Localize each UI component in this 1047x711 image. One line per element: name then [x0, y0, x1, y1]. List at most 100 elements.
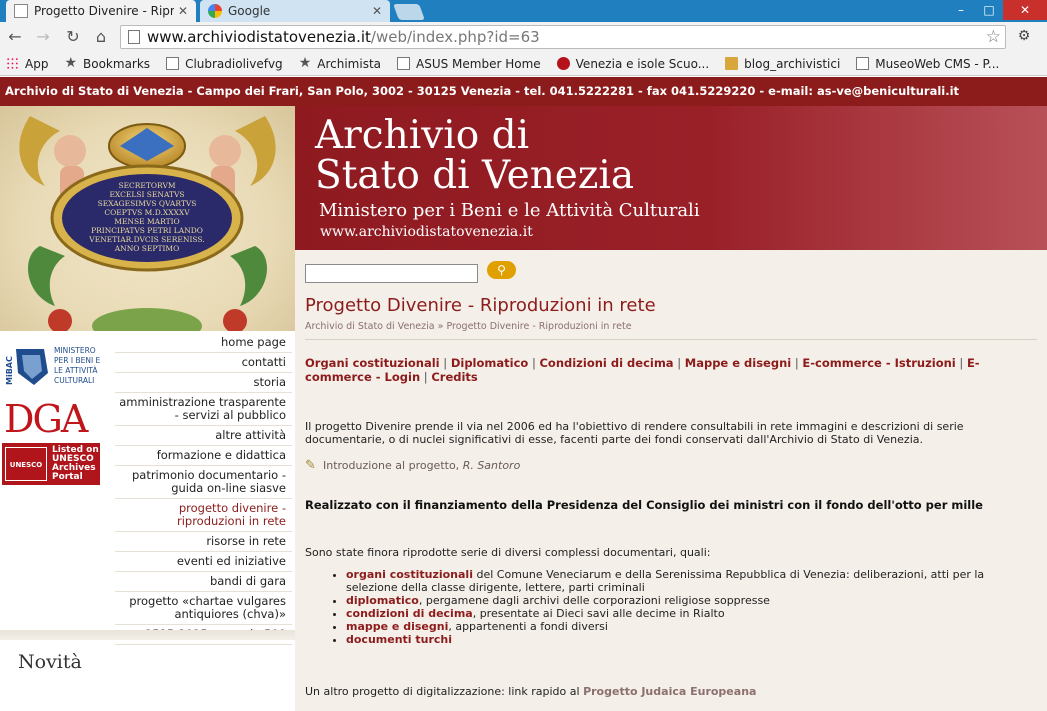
series-item: diplomatico, pergamene dagli archivi del… [346, 594, 1036, 607]
nav-item[interactable]: bandi di gara [115, 572, 292, 592]
section-links: Organi costituzionali | Diplomatico | Co… [305, 356, 995, 384]
mibac-logo[interactable]: MiBAC MINISTERO PER I BENI E LE ATTIVITÀ CU… [4, 343, 110, 389]
search-input[interactable] [305, 264, 478, 283]
close-window-icon[interactable]: ✕ [1003, 0, 1047, 20]
reload-icon[interactable]: ↻ [62, 27, 84, 47]
nav-item[interactable]: eventi ed iniziative [115, 552, 292, 572]
emblem-inscription-line: MENSE MARTIO [114, 217, 179, 226]
link-separator: | [439, 356, 451, 370]
search-button[interactable]: ⚲ [487, 261, 516, 279]
google-favicon-icon [208, 4, 222, 18]
series-link[interactable]: organi costituzionali [346, 568, 473, 581]
bookmark-item[interactable]: App [6, 57, 48, 71]
emblem-inscription-line: SECRETORVM [118, 181, 175, 190]
link-separator: | [528, 356, 540, 370]
link-separator: | [673, 356, 685, 370]
emblem-inscription-line: EXCELSI SENATVS [109, 190, 184, 199]
nav-item[interactable]: patrimonio documentario - guida on-line … [115, 466, 292, 499]
bookmark-item[interactable]: MuseoWeb CMS - P... [856, 57, 999, 71]
unesco-logo-text: Listed on UNESCO Archives Portal [52, 445, 99, 482]
series-item: mappe e disegni, appartenenti a fondi di… [346, 620, 1036, 633]
bookmark-label: Venezia e isole Scuo... [575, 56, 710, 71]
bookmark-item[interactable]: ★ Archimista [299, 56, 381, 71]
nav-item[interactable]: formazione e didattica [115, 446, 292, 466]
search-icon: ⚲ [497, 263, 506, 277]
series-item: documenti turchi [346, 633, 1036, 646]
banner-url: www.archiviodistatovenezia.it [320, 224, 533, 240]
minimize-icon[interactable]: – [947, 0, 975, 20]
tab-google[interactable]: Google ✕ [200, 0, 390, 22]
home-icon[interactable]: ⌂ [90, 27, 112, 47]
nav-item[interactable]: progetto «chartae vulgares antiquiores (… [115, 592, 292, 625]
bookmark-label: Clubradiolivefvg [185, 56, 283, 71]
tab-progetto-divenire[interactable]: Progetto Divenire - Riproduz ✕ [6, 0, 196, 22]
mibac-text-line: MINISTERO [54, 346, 96, 355]
nav-item[interactable]: amministrazione trasparente - servizi al… [115, 393, 292, 426]
bookmark-item[interactable]: ★ Bookmarks [64, 56, 150, 71]
bookmark-item[interactable]: blog_archivistici [725, 57, 840, 71]
section-link[interactable]: Mappe e disegni [685, 356, 791, 370]
series-description: , appartenenti a fondi diversi [448, 620, 608, 633]
emblem-inscription-line: PRINCIPATVS PETRI LANDO [91, 226, 203, 235]
mibac-text-line: PER I BENI E [54, 356, 101, 365]
maximize-icon[interactable]: □ [975, 0, 1003, 20]
intro-link[interactable]: ✎ Introduzione al progetto, R. Santoro [305, 458, 520, 474]
section-link[interactable]: Credits [431, 370, 477, 384]
page-icon [397, 57, 410, 70]
unesco-temple-icon: UNESCO [5, 447, 47, 481]
section-link[interactable]: Condizioni di decima [539, 356, 673, 370]
bookmark-item[interactable]: Clubradiolivefvg [166, 57, 283, 71]
bookmark-label: MuseoWeb CMS - P... [875, 56, 1000, 71]
page-icon [128, 30, 140, 44]
breadcrumb-separator: » [437, 321, 444, 332]
nav-item[interactable]: storia [115, 373, 292, 393]
series-item: condizioni di decima, presentate ai Diec… [346, 607, 1036, 620]
breadcrumb-home-link[interactable]: Archivio di Stato di Venezia [305, 321, 435, 332]
nav-item[interactable]: altre attività [115, 426, 292, 446]
bookmark-star-icon[interactable]: ☆ [986, 26, 1001, 48]
intro-link-label[interactable]: Introduzione al progetto, [323, 459, 459, 472]
nav-shadow [0, 630, 295, 640]
unesco-archives-portal-logo[interactable]: UNESCO Listed on UNESCO Archives Portal [2, 443, 100, 485]
bookmark-label: blog_archivistici [744, 56, 841, 71]
nav-item[interactable]: home page [115, 333, 292, 353]
bookmark-label: Archimista [317, 56, 381, 71]
apps-grid-icon [6, 57, 19, 70]
site-page: Archivio di Stato di Venezia - Campo dei… [0, 77, 1047, 711]
back-arrow-icon[interactable]: ← [4, 27, 26, 47]
url-path: /web/index.php?id=63 [370, 28, 540, 46]
banner-title-line2: Stato di Venezia [315, 153, 635, 198]
section-link[interactable]: E-commerce - Istruzioni [802, 356, 955, 370]
nav-item[interactable]: progetto divenire - riproduzioni in rete [115, 499, 292, 532]
series-list: organi costituzionali del Comune Venecia… [346, 568, 1036, 646]
banner-subtitle: Ministero per i Beni e le Attività Cultu… [319, 200, 700, 221]
section-link[interactable]: Diplomatico [451, 356, 528, 370]
tab-close-icon[interactable]: ✕ [178, 4, 188, 18]
extension-icon[interactable]: ⚙ [1014, 28, 1034, 46]
bookmark-item[interactable]: Venezia e isole Scuo... [556, 56, 710, 71]
left-column: SECRETORVM EXCELSI SENATVS SEXAGESIMVS QVA… [0, 106, 295, 711]
site-header-banner[interactable]: Archivio di Stato di Venezia Ministero p… [295, 106, 1047, 250]
breadcrumb-current: Progetto Divenire - Riproduzioni in rete [446, 321, 632, 332]
new-tab-button[interactable] [393, 4, 425, 20]
bookmark-item[interactable]: ASUS Member Home [397, 57, 541, 71]
address-bar[interactable]: www.archiviodistatovenezia.it/web/index.… [120, 25, 1006, 49]
series-link[interactable]: documenti turchi [346, 633, 452, 646]
forward-arrow-icon[interactable]: → [32, 27, 54, 47]
series-link[interactable]: diplomatico [346, 594, 419, 607]
decorative-emblem-image: SECRETORVM EXCELSI SENATVS SEXAGESIMVS QVA… [0, 106, 295, 331]
other-project-note: Un altro progetto di digitalizzazione: l… [305, 685, 756, 698]
section-link[interactable]: Organi costituzionali [305, 356, 440, 370]
dga-logo[interactable]: DGA [4, 397, 88, 441]
series-link[interactable]: condizioni di decima [346, 607, 473, 620]
tab-title: Progetto Divenire - Riproduz [34, 4, 174, 18]
emblem-inscription-line: ANNO SEPTIMO [114, 244, 180, 253]
series-link[interactable]: mappe e disegni [346, 620, 448, 633]
judaica-europeana-link[interactable]: Progetto Judaica Europeana [583, 685, 756, 698]
tab-close-icon[interactable]: ✕ [372, 4, 382, 18]
tab-title: Google [228, 4, 271, 18]
series-description: , pergamene dagli archivi delle corporaz… [418, 594, 770, 607]
browser-toolbar: ← → ↻ ⌂ www.archiviodistatovenezia.it/we… [0, 22, 1047, 52]
nav-item[interactable]: contatti [115, 353, 292, 373]
nav-item[interactable]: risorse in rete [115, 532, 292, 552]
